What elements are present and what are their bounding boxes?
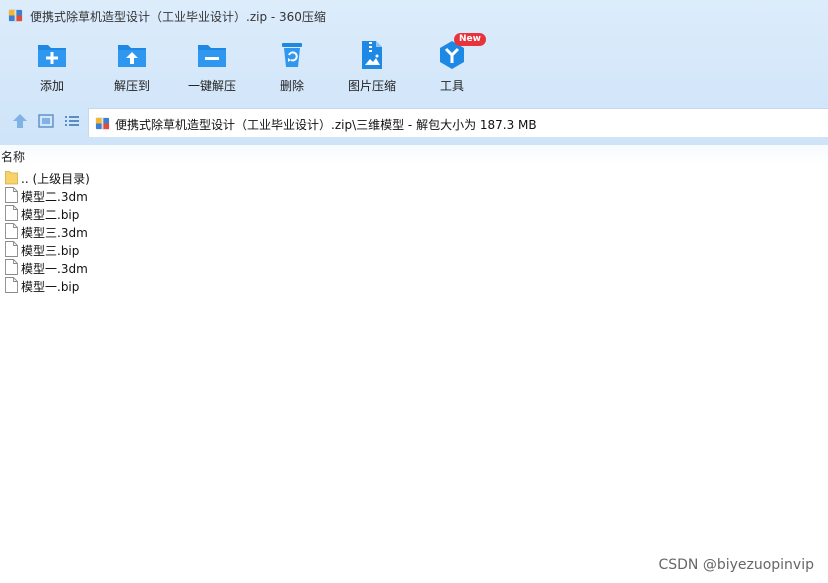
toolbar: 添加 解压到 一键解压 删除 图片压缩 工具 New <box>0 33 828 100</box>
app-window: 便携式除草机造型设计（工业毕业设计）.zip - 360压缩 添加 解压到 一键… <box>0 0 828 583</box>
image-compress-icon <box>362 41 382 69</box>
extract-to-icon <box>118 45 146 67</box>
up-arrow-icon[interactable] <box>11 112 29 130</box>
list-item[interactable]: 模型一.bip <box>0 276 828 294</box>
tools-label: 工具 <box>439 79 464 93</box>
thumbnail-view-icon[interactable] <box>37 112 55 130</box>
extract-to-label: 解压到 <box>113 79 150 93</box>
one-click-extract-button[interactable]: 一键解压 <box>172 36 252 100</box>
list-item[interactable]: .. (上级目录) <box>0 168 828 186</box>
file-icon <box>5 187 18 203</box>
list-view-icon[interactable] <box>63 112 81 130</box>
list-item[interactable]: 模型三.bip <box>0 240 828 258</box>
file-icon <box>5 223 18 239</box>
list-item[interactable]: 模型三.3dm <box>0 222 828 240</box>
file-icon <box>5 259 18 275</box>
delete-label: 删除 <box>279 79 304 93</box>
folder-icon <box>5 171 18 185</box>
file-list: .. (上级目录) 模型二.3dm 模型二.bip 模型三.3dm 模型三.bi… <box>0 168 828 294</box>
address-bar[interactable]: 便携式除草机造型设计（工业毕业设计）.zip\三维模型 - 解包大小为 187.… <box>88 108 828 137</box>
add-button[interactable]: 添加 <box>12 36 92 100</box>
item-name: 模型二.bip <box>21 208 80 222</box>
item-name: 模型一.3dm <box>21 262 88 276</box>
window-title: 便携式除草机造型设计（工业毕业设计）.zip - 360压缩 <box>30 10 326 24</box>
item-name: 模型三.3dm <box>21 226 88 240</box>
navigation-bar: 便携式除草机造型设计（工业毕业设计）.zip\三维模型 - 解包大小为 187.… <box>0 106 828 137</box>
archive-icon <box>95 117 110 130</box>
item-name: 模型二.3dm <box>21 190 88 204</box>
file-icon <box>5 277 18 293</box>
item-name: 模型三.bip <box>21 244 80 258</box>
list-item[interactable]: 模型二.3dm <box>0 186 828 204</box>
item-name: 模型一.bip <box>21 280 80 294</box>
new-badge: New <box>454 33 486 46</box>
file-icon <box>5 241 18 257</box>
extract-to-button[interactable]: 解压到 <box>92 36 172 100</box>
item-name: .. (上级目录) <box>21 172 90 186</box>
image-compress-button[interactable]: 图片压缩 <box>332 36 412 100</box>
one-click-extract-label: 一键解压 <box>187 79 236 93</box>
add-folder-icon <box>38 45 66 67</box>
title-bar: 便携式除草机造型设计（工业毕业设计）.zip - 360压缩 <box>0 0 828 32</box>
watermark-text: CSDN @biyezuopinvip <box>658 557 814 573</box>
column-header-name[interactable]: 名称 <box>0 145 828 165</box>
list-item[interactable]: 模型二.bip <box>0 204 828 222</box>
list-item[interactable]: 模型一.3dm <box>0 258 828 276</box>
column-name-label: 名称 <box>1 150 26 164</box>
address-text: 便携式除草机造型设计（工业毕业设计）.zip\三维模型 - 解包大小为 187.… <box>115 118 537 132</box>
one-click-extract-icon <box>198 45 226 67</box>
top-area: 便携式除草机造型设计（工业毕业设计）.zip - 360压缩 添加 解压到 一键… <box>0 0 828 145</box>
file-icon <box>5 205 18 221</box>
image-compress-label: 图片压缩 <box>347 79 396 93</box>
add-label: 添加 <box>39 79 64 93</box>
delete-button[interactable]: 删除 <box>252 36 332 100</box>
archive-app-icon <box>8 9 23 22</box>
delete-icon <box>282 43 302 67</box>
